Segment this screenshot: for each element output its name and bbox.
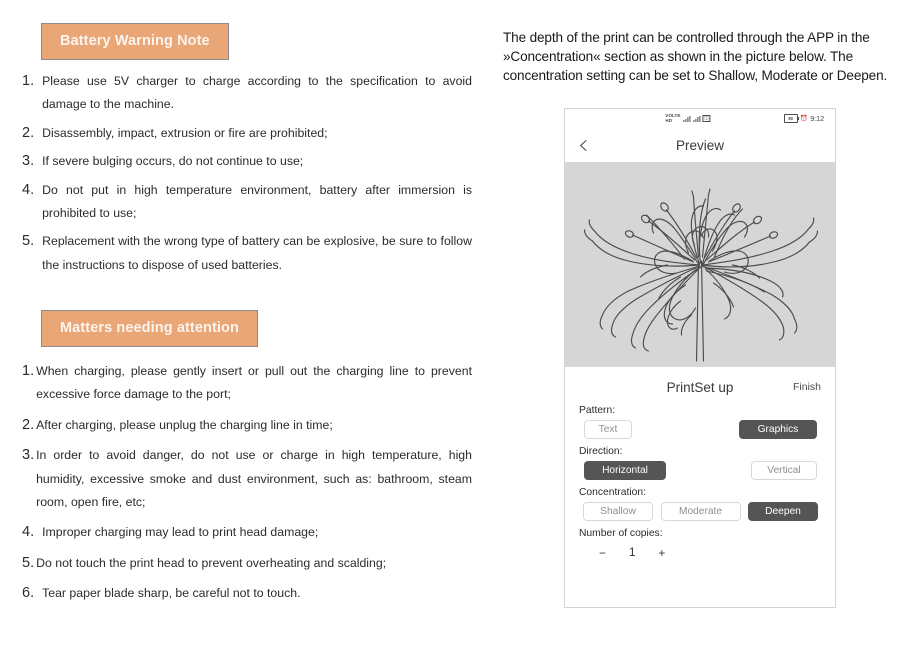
list-item-text: Tear paper blade sharp, be careful not t… (42, 586, 301, 601)
copies-stepper: − 1 + (579, 542, 821, 564)
copies-value: 1 (629, 547, 636, 559)
list-item-text: Improper charging may lead to print head… (42, 525, 319, 540)
phone-app-screenshot: VOLTE HD ◫ 80 ⏰ 9:12 Preview PrintSet up… (564, 108, 836, 608)
list-item: 3. In order to avoid danger, do not use … (22, 444, 472, 514)
settings-title: PrintSet up (666, 379, 734, 395)
sim-card-icon: ◫ (702, 114, 711, 123)
attention-heading-wrapper: Matters needing attention (41, 310, 258, 347)
section-heading-matters-needing-attention: Matters needing attention (41, 310, 258, 347)
list-item-number: 2. (22, 416, 35, 433)
list-item-number: 5. (22, 554, 35, 571)
list-item: 5. Replacement with the wrong type of ba… (22, 230, 472, 277)
list-item-number: 1. (22, 363, 35, 379)
status-bar-center-icons: VOLTE HD ◫ (665, 112, 711, 124)
list-item-number: 6. (22, 585, 35, 602)
list-item: 1. When charging, please gently insert o… (22, 360, 472, 407)
pattern-option-graphics[interactable]: Graphics (739, 419, 817, 439)
direction-option-row: Horizontal Vertical (579, 460, 821, 480)
list-item: 5. Do not touch the print head to preven… (22, 552, 472, 575)
battery-warning-heading-wrapper: Battery Warning Note (41, 23, 229, 60)
alarm-clock-icon: ⏰ (800, 116, 808, 122)
attention-list: 1. When charging, please gently insert o… (22, 360, 472, 613)
concentration-label: Concentration: (579, 487, 646, 498)
list-item: 1. Please use 5V charger to charge accor… (22, 70, 472, 117)
signal-strength-icon-1 (683, 115, 691, 122)
list-item: 4. Do not put in high temperature enviro… (22, 179, 472, 226)
list-item-number: 3. (22, 153, 35, 170)
signal-strength-icon-2 (693, 115, 701, 122)
pattern-option-row: Text Graphics (579, 419, 821, 439)
direction-label: Direction: (579, 446, 623, 457)
list-item-number: 1. (22, 73, 35, 89)
list-item: 2. Disassembly, impact, extrusion or fir… (22, 122, 472, 145)
direction-option-vertical[interactable]: Vertical (751, 460, 817, 480)
page-title: Preview (675, 137, 724, 153)
section-heading-battery-warning: Battery Warning Note (41, 23, 229, 60)
copies-decrement-button[interactable]: − (599, 547, 606, 559)
copies-label: Number of copies: (579, 528, 663, 539)
print-settings-panel: PrintSet up Finish Pattern: Text Graphic… (565, 367, 835, 607)
list-item-text: Do not put in high temperature environme… (42, 182, 472, 221)
status-bar-right-icons: 80 ⏰ 9:12 (783, 114, 824, 123)
list-item: 3. If severe bulging occurs, do not cont… (22, 150, 472, 173)
list-item-text: Please use 5V charger to charge accordin… (42, 74, 472, 112)
volte-hd-icon: VOLTE HD (665, 112, 681, 123)
left-column: Battery Warning Note 1. Please use 5V ch… (0, 0, 490, 663)
copies-increment-button[interactable]: + (658, 547, 665, 559)
right-column: The depth of the print can be controlled… (498, 0, 913, 663)
list-item-text: In order to avoid danger, do not use or … (36, 448, 472, 509)
preview-canvas (565, 162, 835, 367)
list-item-number: 5. (22, 233, 35, 250)
list-item: 2. After charging, please unplug the cha… (22, 414, 472, 437)
battery-warning-list: 1. Please use 5V charger to charge accor… (22, 70, 472, 282)
list-item-text: When charging, please gently insert or p… (36, 364, 472, 402)
list-item-number: 4. (22, 181, 35, 198)
list-item-text: If severe bulging occurs, do not continu… (42, 154, 304, 169)
concentration-option-moderate[interactable]: Moderate (660, 501, 741, 521)
list-item-text: Replacement with the wrong type of batte… (42, 234, 472, 272)
status-bar-clock: 9:12 (810, 114, 824, 123)
pattern-option-text[interactable]: Text (584, 419, 632, 439)
concentration-option-row: Shallow Moderate Deepen (579, 501, 821, 521)
list-item: 6. Tear paper blade sharp, be careful no… (22, 582, 472, 605)
phone-status-bar: VOLTE HD ◫ 80 ⏰ 9:12 (565, 109, 835, 128)
concentration-option-shallow[interactable]: Shallow (583, 501, 653, 521)
list-item-number: 2. (22, 124, 35, 141)
list-item-text: After charging, please unplug the chargi… (36, 417, 333, 432)
list-item: 4. Improper charging may lead to print h… (22, 521, 472, 544)
list-item-number: 3. (22, 447, 35, 464)
settings-header: PrintSet up Finish (579, 376, 821, 398)
pattern-label: Pattern: (579, 405, 616, 416)
spider-lily-line-art-image (583, 187, 819, 362)
direction-option-horizontal[interactable]: Horizontal (584, 460, 666, 480)
list-item-text: Do not touch the print head to prevent o… (36, 555, 387, 570)
intro-paragraph: The depth of the print can be controlled… (503, 29, 888, 84)
list-item-text: Disassembly, impact, extrusion or fire a… (42, 125, 328, 140)
phone-navbar: Preview (565, 128, 835, 162)
list-item-number: 4. (22, 524, 35, 541)
concentration-option-deepen[interactable]: Deepen (748, 501, 818, 521)
battery-icon: 80 (783, 114, 799, 123)
finish-button[interactable]: Finish (793, 381, 821, 393)
